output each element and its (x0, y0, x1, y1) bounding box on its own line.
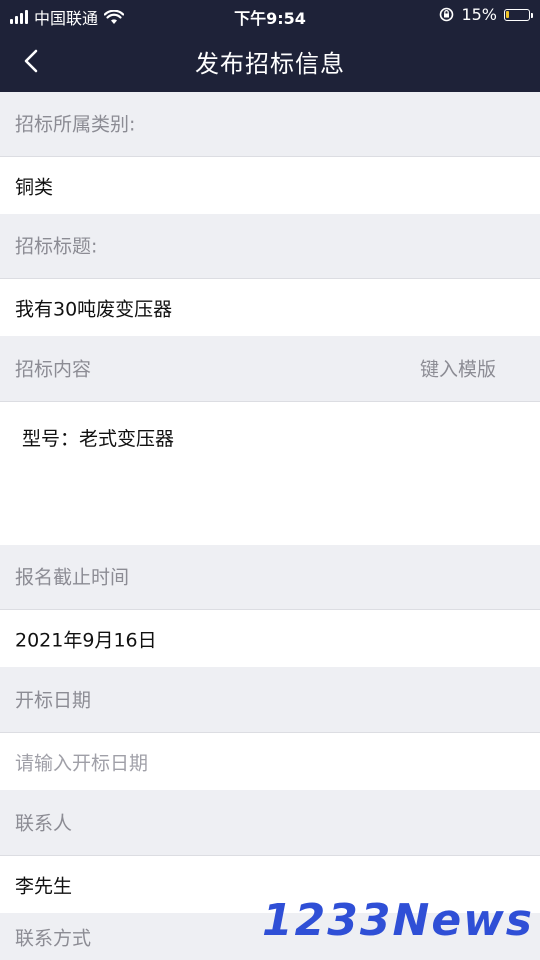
nav-bar: 发布招标信息 (0, 30, 540, 92)
category-value: 铜类 (15, 176, 54, 198)
battery-icon (504, 8, 533, 21)
content-label-row: 招标内容 键入模版 (0, 337, 540, 399)
category-label-row: 招标所属类别: (0, 92, 540, 154)
open-date-input[interactable]: 请输入开标日期 (0, 732, 540, 790)
category-label: 招标所属类别: (15, 113, 136, 136)
deadline-field[interactable]: 2021年9月16日 (0, 609, 540, 667)
content-textarea[interactable]: 型号：老式变压器 (0, 401, 540, 545)
title-input[interactable]: 我有30吨废变压器 (0, 278, 540, 336)
app-header: 中国联通 下午9:54 15% 发布招标信息 (0, 0, 540, 92)
page-title: 发布招标信息 (195, 50, 345, 78)
title-label: 招标标题: (15, 235, 98, 258)
status-right: 15% (439, 5, 533, 24)
contact-value: 李先生 (15, 875, 73, 897)
category-field[interactable]: 铜类 (0, 156, 540, 214)
contact-label: 联系人 (15, 812, 73, 835)
title-value: 我有30吨废变压器 (15, 298, 173, 320)
status-bar: 中国联通 下午9:54 15% (0, 0, 540, 30)
watermark: 1233News (262, 895, 534, 946)
open-date-label-row: 开标日期 (0, 668, 540, 730)
orientation-lock-icon (440, 7, 454, 22)
contact-label-row: 联系人 (0, 791, 540, 853)
battery-fill (506, 10, 509, 18)
deadline-label: 报名截止时间 (15, 566, 130, 589)
battery-percent: 15% (461, 5, 497, 24)
open-date-label: 开标日期 (15, 689, 92, 712)
contact-method-label: 联系方式 (15, 927, 92, 949)
insert-template-button[interactable]: 键入模版 (420, 355, 496, 382)
content-value: 型号：老式变压器 (22, 428, 175, 450)
open-date-placeholder: 请输入开标日期 (15, 752, 149, 774)
deadline-value: 2021年9月16日 (15, 629, 157, 651)
title-label-row: 招标标题: (0, 214, 540, 276)
content-label: 招标内容 (15, 358, 92, 381)
deadline-label-row: 报名截止时间 (0, 545, 540, 607)
